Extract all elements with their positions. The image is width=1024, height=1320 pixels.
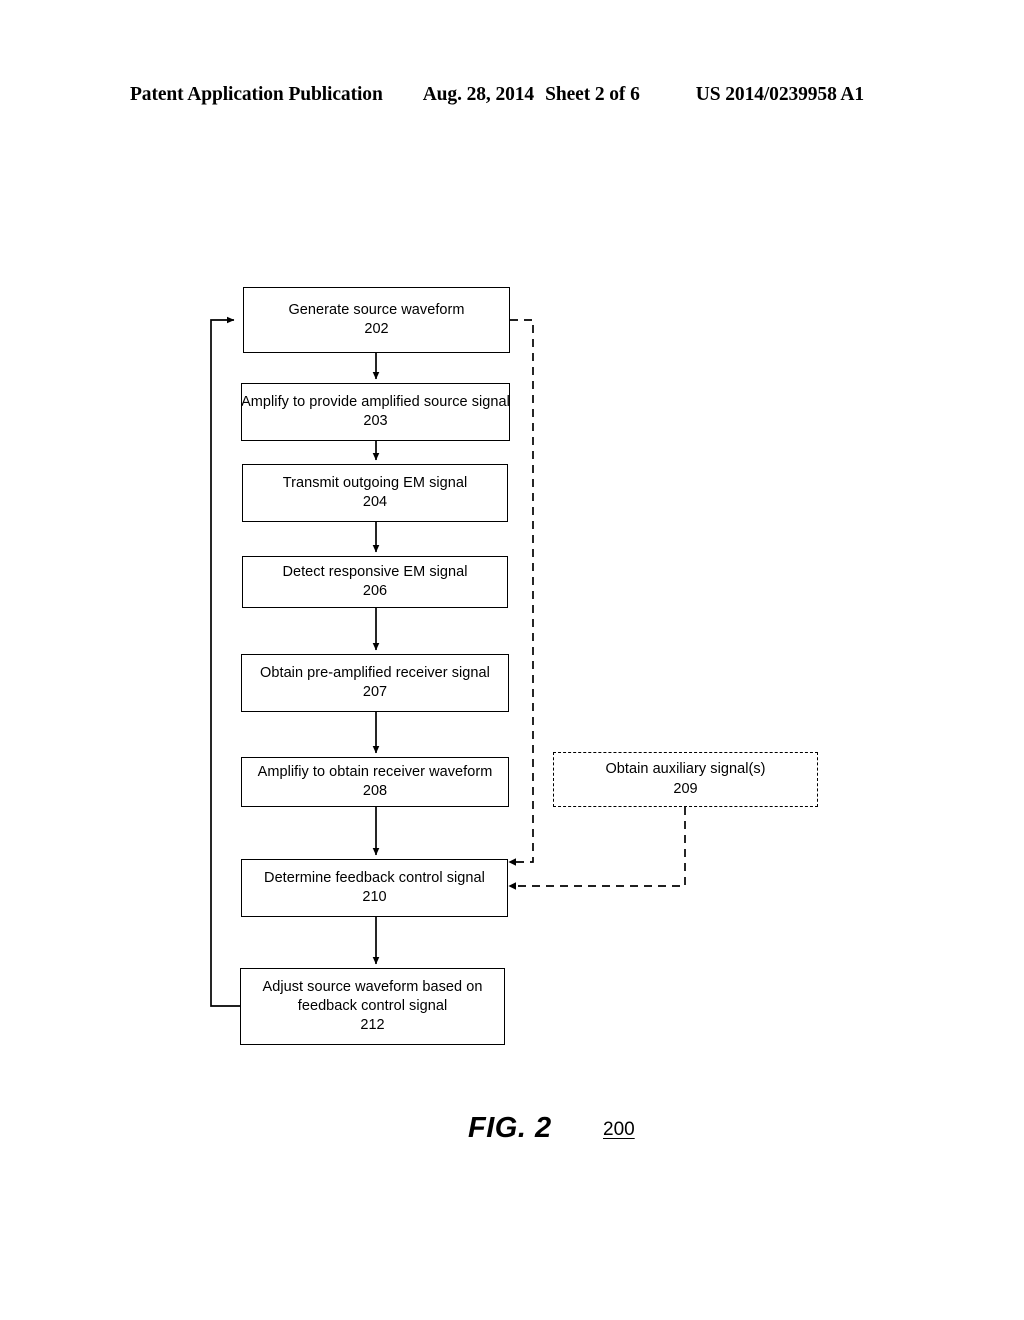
flow-box-208[interactable]: Amplifiy to obtain receiver waveform 208 <box>241 757 509 807</box>
flow-box-212-number: 212 <box>360 1017 385 1034</box>
flow-box-206[interactable]: Detect responsive EM signal 206 <box>242 556 508 608</box>
flow-box-204-number: 204 <box>362 494 388 510</box>
flow-box-204-label: Transmit outgoing EM signal <box>282 474 468 491</box>
dashed-arrowheads <box>508 858 516 890</box>
flow-box-210-number: 210 <box>362 889 387 905</box>
edge-202-210-bypass <box>510 319 534 863</box>
edge-209-210-auxiliary <box>516 807 686 887</box>
arrowhead-209-210 <box>508 882 516 890</box>
flow-box-210[interactable]: Determine feedback control signal 210 <box>241 859 508 917</box>
flow-box-208-number: 208 <box>362 783 388 799</box>
flow-box-207-label: Obtain pre-amplified receiver signal <box>260 664 490 681</box>
flow-box-207-number: 207 <box>362 684 388 700</box>
flow-box-212[interactable]: Adjust source waveform based on feedback… <box>240 968 505 1045</box>
flow-box-212-label-line1: Adjust source waveform based on <box>262 978 483 995</box>
flow-box-209[interactable]: Obtain auxiliary signal(s) 209 <box>553 752 818 807</box>
flow-box-202-label: Generate source waveform <box>288 301 465 318</box>
flow-box-203-number: 203 <box>363 413 388 429</box>
flow-box-202-number: 202 <box>364 321 389 337</box>
flow-box-207[interactable]: Obtain pre-amplified receiver signal 207 <box>241 654 509 712</box>
flow-box-206-label: Detect responsive EM signal <box>282 563 468 580</box>
flow-box-208-label: Amplifiy to obtain receiver waveform <box>257 763 493 780</box>
flow-box-212-label-line2: feedback control signal <box>297 997 448 1014</box>
flow-box-206-number: 206 <box>362 583 388 599</box>
flow-box-210-label: Determine feedback control signal <box>264 869 485 886</box>
flow-box-203-label: Amplify to provide amplified source sign… <box>241 393 510 410</box>
figure-reference-numeral: 200 <box>603 1119 635 1140</box>
flow-box-204[interactable]: Transmit outgoing EM signal 204 <box>242 464 508 522</box>
edge-212-202-feedback <box>210 316 240 1007</box>
flow-box-202[interactable]: Generate source waveform 202 <box>243 287 510 353</box>
flow-box-209-number: 209 <box>673 780 698 797</box>
flow-box-209-label: Obtain auxiliary signal(s) <box>605 761 766 778</box>
flow-box-203[interactable]: Amplify to provide amplified source sign… <box>241 383 510 441</box>
figure-caption: FIG. 2 <box>468 1112 552 1144</box>
arrowhead-202-210 <box>508 858 516 866</box>
